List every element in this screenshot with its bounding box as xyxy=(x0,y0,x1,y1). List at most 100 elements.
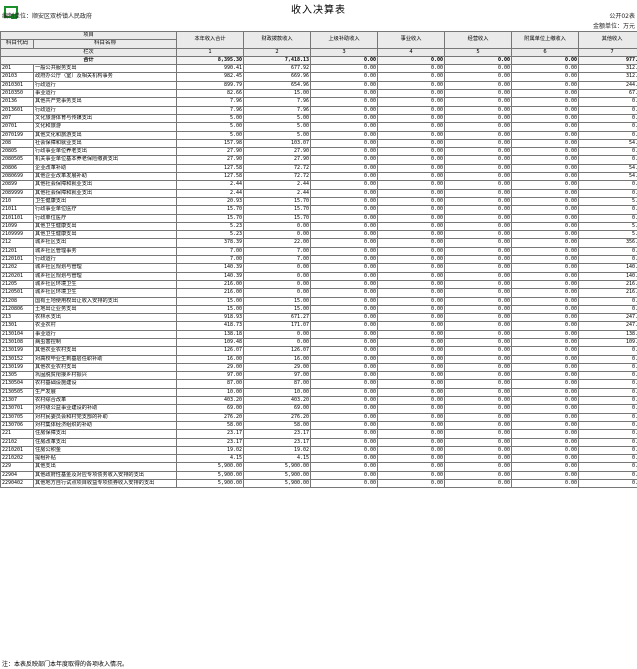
row-value: 0.00 xyxy=(511,138,580,149)
row-value: 0.00 xyxy=(310,296,379,306)
row-value: 0.00 xyxy=(310,147,379,157)
row-value: 0.00 xyxy=(310,354,379,364)
row-value: 0.00 xyxy=(377,462,446,472)
row-code: 20701 xyxy=(0,122,34,132)
row-value: 0.00 xyxy=(578,445,637,456)
row-name: 农业农村 xyxy=(32,321,178,331)
amount-unit: 金额单位：万元 xyxy=(592,23,635,30)
col-header-2: 上级补助收入 xyxy=(310,31,379,49)
row-code: 21301 xyxy=(0,321,34,331)
row-code: 2130505 xyxy=(0,387,34,398)
row-value: 0.00 xyxy=(444,155,513,165)
row-value: 0.00 xyxy=(578,429,637,439)
table-row: 22904 其他政府性基金及对应专项债务收入安排的支出 5,900.00 5,900.… xyxy=(0,470,637,481)
row-code: 2010301 xyxy=(0,80,34,91)
row-value: 5,900.00 xyxy=(243,462,312,472)
row-name: 提租补贴 xyxy=(32,454,178,464)
row-value: 127.58 xyxy=(176,163,245,174)
table-row: 21305 巩固脱贫衔接乡村振兴 97.00 97.00 0.00 0.00 0.00 0.0… xyxy=(0,371,637,381)
row-value: 0.00 xyxy=(511,479,580,489)
table-row: 213农林水支出918.93671.270.000.000.000.00247.… xyxy=(0,313,637,323)
row-value: 5,900.00 xyxy=(176,470,245,481)
row-value: 140.39 xyxy=(176,271,245,281)
row-code: 21205 xyxy=(0,279,34,290)
item-group-header: 项目 xyxy=(0,30,178,41)
row-value: 0.00 xyxy=(310,180,379,190)
row-name: 城乡社区管理事务 xyxy=(32,246,178,257)
table-row: 21201城乡社区管理事务7.007.000.000.000.000.000.0… xyxy=(0,246,637,257)
row-value: 0.00 xyxy=(511,362,580,373)
row-value: 5.00 xyxy=(176,122,245,132)
row-value: 0.00 xyxy=(310,404,379,414)
row-value: 0.00 xyxy=(511,72,580,82)
row-name: 对村集体经济组织的补助 xyxy=(32,420,178,431)
row-value: 0.00 xyxy=(377,80,446,91)
row-name: 其他企业改革发展补助 xyxy=(32,172,178,182)
row-value: 0.00 xyxy=(310,288,379,298)
row-value: 982.45 xyxy=(176,72,245,82)
row-code: 2130504 xyxy=(0,379,34,389)
row-value: 27.90 xyxy=(176,155,245,165)
row-value: 0.00 xyxy=(310,263,379,273)
row-value: 15.70 xyxy=(176,205,245,215)
row-value: 0.00 xyxy=(310,254,379,265)
row-value: 5.23 xyxy=(578,196,637,207)
row-value: 72.72 xyxy=(243,172,312,182)
row-name: 农村基础设施建设 xyxy=(32,379,178,389)
row-code: 2130705 xyxy=(0,412,34,422)
row-name: 其他农业农村支出 xyxy=(32,362,178,373)
row-value: 0.00 xyxy=(310,238,379,248)
row-value: 677.92 xyxy=(243,64,312,74)
row-value: 0.00 xyxy=(444,479,513,489)
row-value: 0.00 xyxy=(511,221,580,232)
row-value: 0.00 xyxy=(511,271,580,281)
row-value: 16.00 xyxy=(243,354,312,364)
row-value: 2.44 xyxy=(176,188,245,198)
table-row: 2070199 其他文化和旅游支出 5.00 5.00 0.00 0.00 0.00 0.0… xyxy=(0,130,637,140)
row-value: 0.00 xyxy=(444,362,513,373)
row-name: 政府办公厅（室）及相关机构事务 xyxy=(32,72,178,82)
row-name: 行政事业单位医疗 xyxy=(32,205,178,215)
row-value: 5.00 xyxy=(176,130,245,140)
row-code: 20899 xyxy=(0,180,34,190)
row-value: 0.00 xyxy=(377,470,446,481)
row-value: 0.00 xyxy=(444,337,513,348)
row-value: 0.00 xyxy=(310,445,379,456)
row-value: 0.00 xyxy=(377,155,446,165)
row-value: 0.00 xyxy=(444,196,513,207)
row-value: 15.70 xyxy=(243,196,312,207)
row-value: 0.00 xyxy=(310,379,379,389)
row-value: 69.00 xyxy=(243,404,312,414)
col-header-3: 事业收入 xyxy=(377,31,446,49)
row-value: 0.00 xyxy=(511,155,580,165)
table-row: 2120501 城乡社区环境卫生 216.00 0.00 0.00 0.00 0.00 0.… xyxy=(0,288,637,298)
row-value: 0.00 xyxy=(444,172,513,182)
row-value: 82.66 xyxy=(176,89,245,99)
row-name: 卫生健康支出 xyxy=(32,196,178,207)
row-name: 其他卫生健康支出 xyxy=(32,221,178,232)
row-code: 2130104 xyxy=(0,329,34,340)
table-row: 2109999 其他卫生健康支出 5.23 0.00 0.00 0.00 0.00 0.00… xyxy=(0,230,637,240)
row-value: 103.07 xyxy=(243,138,312,149)
row-code: 207 xyxy=(0,113,34,124)
row-value: 0.00 xyxy=(310,321,379,331)
row-name: 事业运行 xyxy=(32,89,178,99)
row-value: 0.00 xyxy=(310,80,379,91)
row-value: 0.00 xyxy=(310,64,379,74)
row-code: 221 xyxy=(0,429,34,439)
row-value: 0.00 xyxy=(578,346,637,356)
row-value: 54.86 xyxy=(578,138,637,149)
row-value: 22.00 xyxy=(243,238,312,248)
row-value: 5.00 xyxy=(243,122,312,132)
row-value: 0.00 xyxy=(310,362,379,373)
row-value: 109.48 xyxy=(578,337,637,348)
row-code: 2210202 xyxy=(0,454,34,464)
table-row: 21301 农业农村 418.73 171.07 0.00 0.00 0.00 0.00 247… xyxy=(0,321,637,331)
row-value: 29.00 xyxy=(176,362,245,373)
row-value: 0.00 xyxy=(310,304,379,315)
row-name: 城乡社区环境卫生 xyxy=(32,288,178,298)
row-value: 0.00 xyxy=(578,387,637,398)
row-value: 918.93 xyxy=(176,313,245,323)
row-value: 0.00 xyxy=(444,113,513,124)
row-value: 0.00 xyxy=(310,196,379,207)
